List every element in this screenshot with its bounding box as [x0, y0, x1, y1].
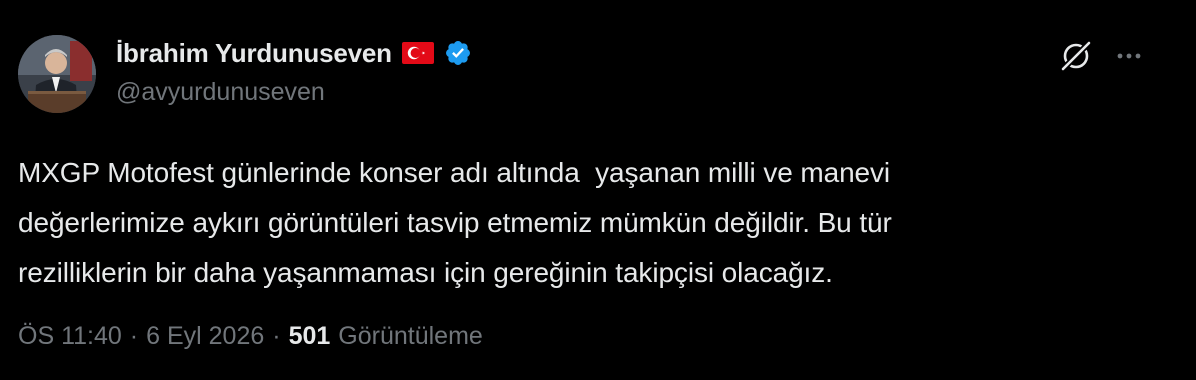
turkey-flag-icon: [401, 42, 434, 64]
avatar-image: [18, 35, 96, 113]
tweet-card: İbrahim Yurdunuseven @avyurdunuseven MXG…: [0, 0, 1196, 380]
meta-separator: ·: [272, 322, 281, 350]
tweet-meta: ÖS 11:40 · 6 Eyl 2026 · 501 Görüntüleme: [18, 322, 483, 351]
author-display-name[interactable]: İbrahim Yurdunuseven: [116, 38, 392, 69]
views-count[interactable]: 501: [289, 322, 331, 351]
tweet-date[interactable]: 6 Eyl 2026: [146, 322, 264, 351]
grok-icon[interactable]: [1058, 38, 1094, 74]
tweet-text: MXGP Motofest günlerinde konser adı altı…: [18, 157, 892, 288]
author-handle[interactable]: @avyurdunuseven: [116, 78, 325, 107]
tweet-time[interactable]: ÖS 11:40: [18, 322, 122, 351]
meta-separator: ·: [129, 322, 139, 350]
author-name-row: İbrahim Yurdunuseven: [116, 36, 472, 70]
verified-badge-icon[interactable]: [444, 39, 472, 67]
more-options-icon[interactable]: [1114, 42, 1144, 70]
views-label[interactable]: Görüntüleme: [338, 322, 483, 351]
avatar[interactable]: [18, 35, 96, 113]
